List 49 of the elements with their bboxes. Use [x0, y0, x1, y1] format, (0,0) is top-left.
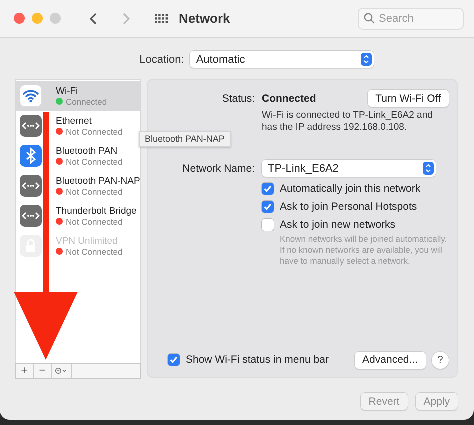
service-status: Connected — [66, 96, 108, 106]
close-icon[interactable] — [14, 13, 25, 24]
add-button[interactable]: + — [16, 364, 34, 378]
wifi-icon — [20, 85, 42, 107]
help-button[interactable]: ? — [432, 352, 449, 368]
back-icon[interactable] — [89, 12, 99, 26]
status-label: Status: — [221, 92, 255, 104]
search-field[interactable]: Search — [358, 8, 464, 30]
window-title: Network — [179, 11, 232, 26]
network-arrows-icon — [20, 115, 42, 137]
network-arrows-icon — [20, 175, 42, 197]
service-status: Not Connected — [66, 216, 123, 226]
remove-button[interactable]: − — [34, 364, 52, 378]
location-select[interactable]: Automatic — [190, 51, 374, 68]
bluetooth-icon — [20, 145, 42, 167]
status-value: Connected — [262, 92, 316, 104]
checkbox[interactable] — [262, 201, 274, 213]
advanced-button[interactable]: Advanced... — [354, 352, 426, 368]
service-item[interactable]: Wi-Fi Connected — [16, 81, 140, 111]
tooltip: Bluetooth PAN-NAP — [139, 131, 231, 147]
checkbox[interactable] — [168, 354, 180, 366]
option-label: Ask to join Personal Hotspots — [280, 201, 418, 213]
network-name-label: Network Name: — [182, 162, 255, 174]
service-status: Not Connected — [66, 186, 123, 196]
checkbox[interactable] — [262, 219, 274, 231]
service-name: Ethernet — [56, 116, 93, 126]
service-name: Bluetooth PAN-NAP — [56, 176, 140, 186]
service-name: Thunderbolt Bridge — [56, 206, 137, 216]
service-name: Wi-Fi — [56, 86, 80, 96]
service-status: Not Connected — [66, 126, 123, 136]
join-note: Known networks will be joined automatically. If no known networks are available, you will have to manually select a network. — [279, 234, 448, 267]
service-name: VPN Unlimited — [56, 236, 119, 246]
network-arrows-icon — [20, 205, 42, 227]
stepper-icon — [423, 162, 434, 175]
stepper-icon — [361, 53, 372, 66]
checkbox[interactable] — [262, 183, 274, 195]
status-description: Wi-Fi is connected to TP-Link_E6A2 and has the IP address 192.168.0.108. — [262, 110, 434, 134]
search-icon — [364, 12, 375, 24]
grid-icon[interactable] — [155, 14, 169, 24]
service-status: Not Connected — [66, 156, 123, 166]
option-label: Automatically join this network — [280, 183, 421, 195]
service-name: Bluetooth PAN — [56, 146, 119, 156]
option-label: Show Wi-Fi status in menu bar — [186, 354, 329, 366]
network-name-select[interactable]: TP-Link_E6A2 — [262, 160, 436, 177]
option-label: Ask to join new networks — [280, 219, 396, 231]
turn-wifi-off-button[interactable]: Turn Wi-Fi Off — [368, 90, 449, 107]
service-status: Not Connected — [66, 246, 123, 256]
lock-icon — [20, 235, 42, 257]
location-label: Location: — [140, 54, 184, 66]
